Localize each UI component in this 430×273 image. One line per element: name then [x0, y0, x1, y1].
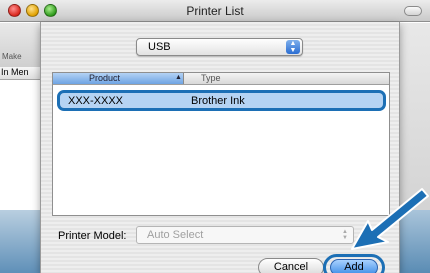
- printer-product-cell: XXX-XXXX: [68, 95, 124, 107]
- column-header-product[interactable]: Product: [53, 73, 183, 84]
- column-divider[interactable]: [183, 73, 184, 84]
- background-column-header: In Men: [0, 67, 40, 80]
- title-bar: Printer List: [0, 0, 430, 22]
- add-button-highlight: Add: [323, 254, 385, 273]
- callout-arrow-icon: [351, 188, 429, 250]
- background-desktop: [0, 210, 40, 273]
- printer-model-popup[interactable]: Auto Select ▲ ▼: [136, 226, 354, 244]
- cancel-button[interactable]: Cancel: [258, 258, 324, 273]
- connection-type-popup[interactable]: USB ▲ ▼: [136, 38, 303, 56]
- connection-type-value: USB: [148, 41, 171, 53]
- background-list: [0, 80, 40, 210]
- sort-arrow-icon: ▲: [175, 74, 182, 81]
- background-make-label: Make: [2, 52, 22, 61]
- table-header: Product ▲ Type: [53, 73, 389, 85]
- column-header-type[interactable]: Type: [201, 73, 221, 83]
- toolbar-toggle-button[interactable]: [404, 6, 422, 16]
- printer-model-value: Auto Select: [147, 229, 204, 241]
- printer-table: Product ▲ Type XXX-XXXX Brother Ink: [52, 72, 390, 216]
- printer-type-cell: Brother Ink: [191, 95, 245, 107]
- printer-model-label: Printer Model:: [58, 230, 127, 242]
- window-title: Printer List: [186, 4, 244, 18]
- printer-list-sheet: USB ▲ ▼ Product ▲ Type XXX-XXXX Brother I…: [40, 22, 400, 273]
- add-button[interactable]: Add: [330, 259, 378, 273]
- table-row[interactable]: XXX-XXXX Brother Ink: [57, 90, 386, 111]
- up-down-arrows-icon: ▲ ▼: [286, 40, 300, 54]
